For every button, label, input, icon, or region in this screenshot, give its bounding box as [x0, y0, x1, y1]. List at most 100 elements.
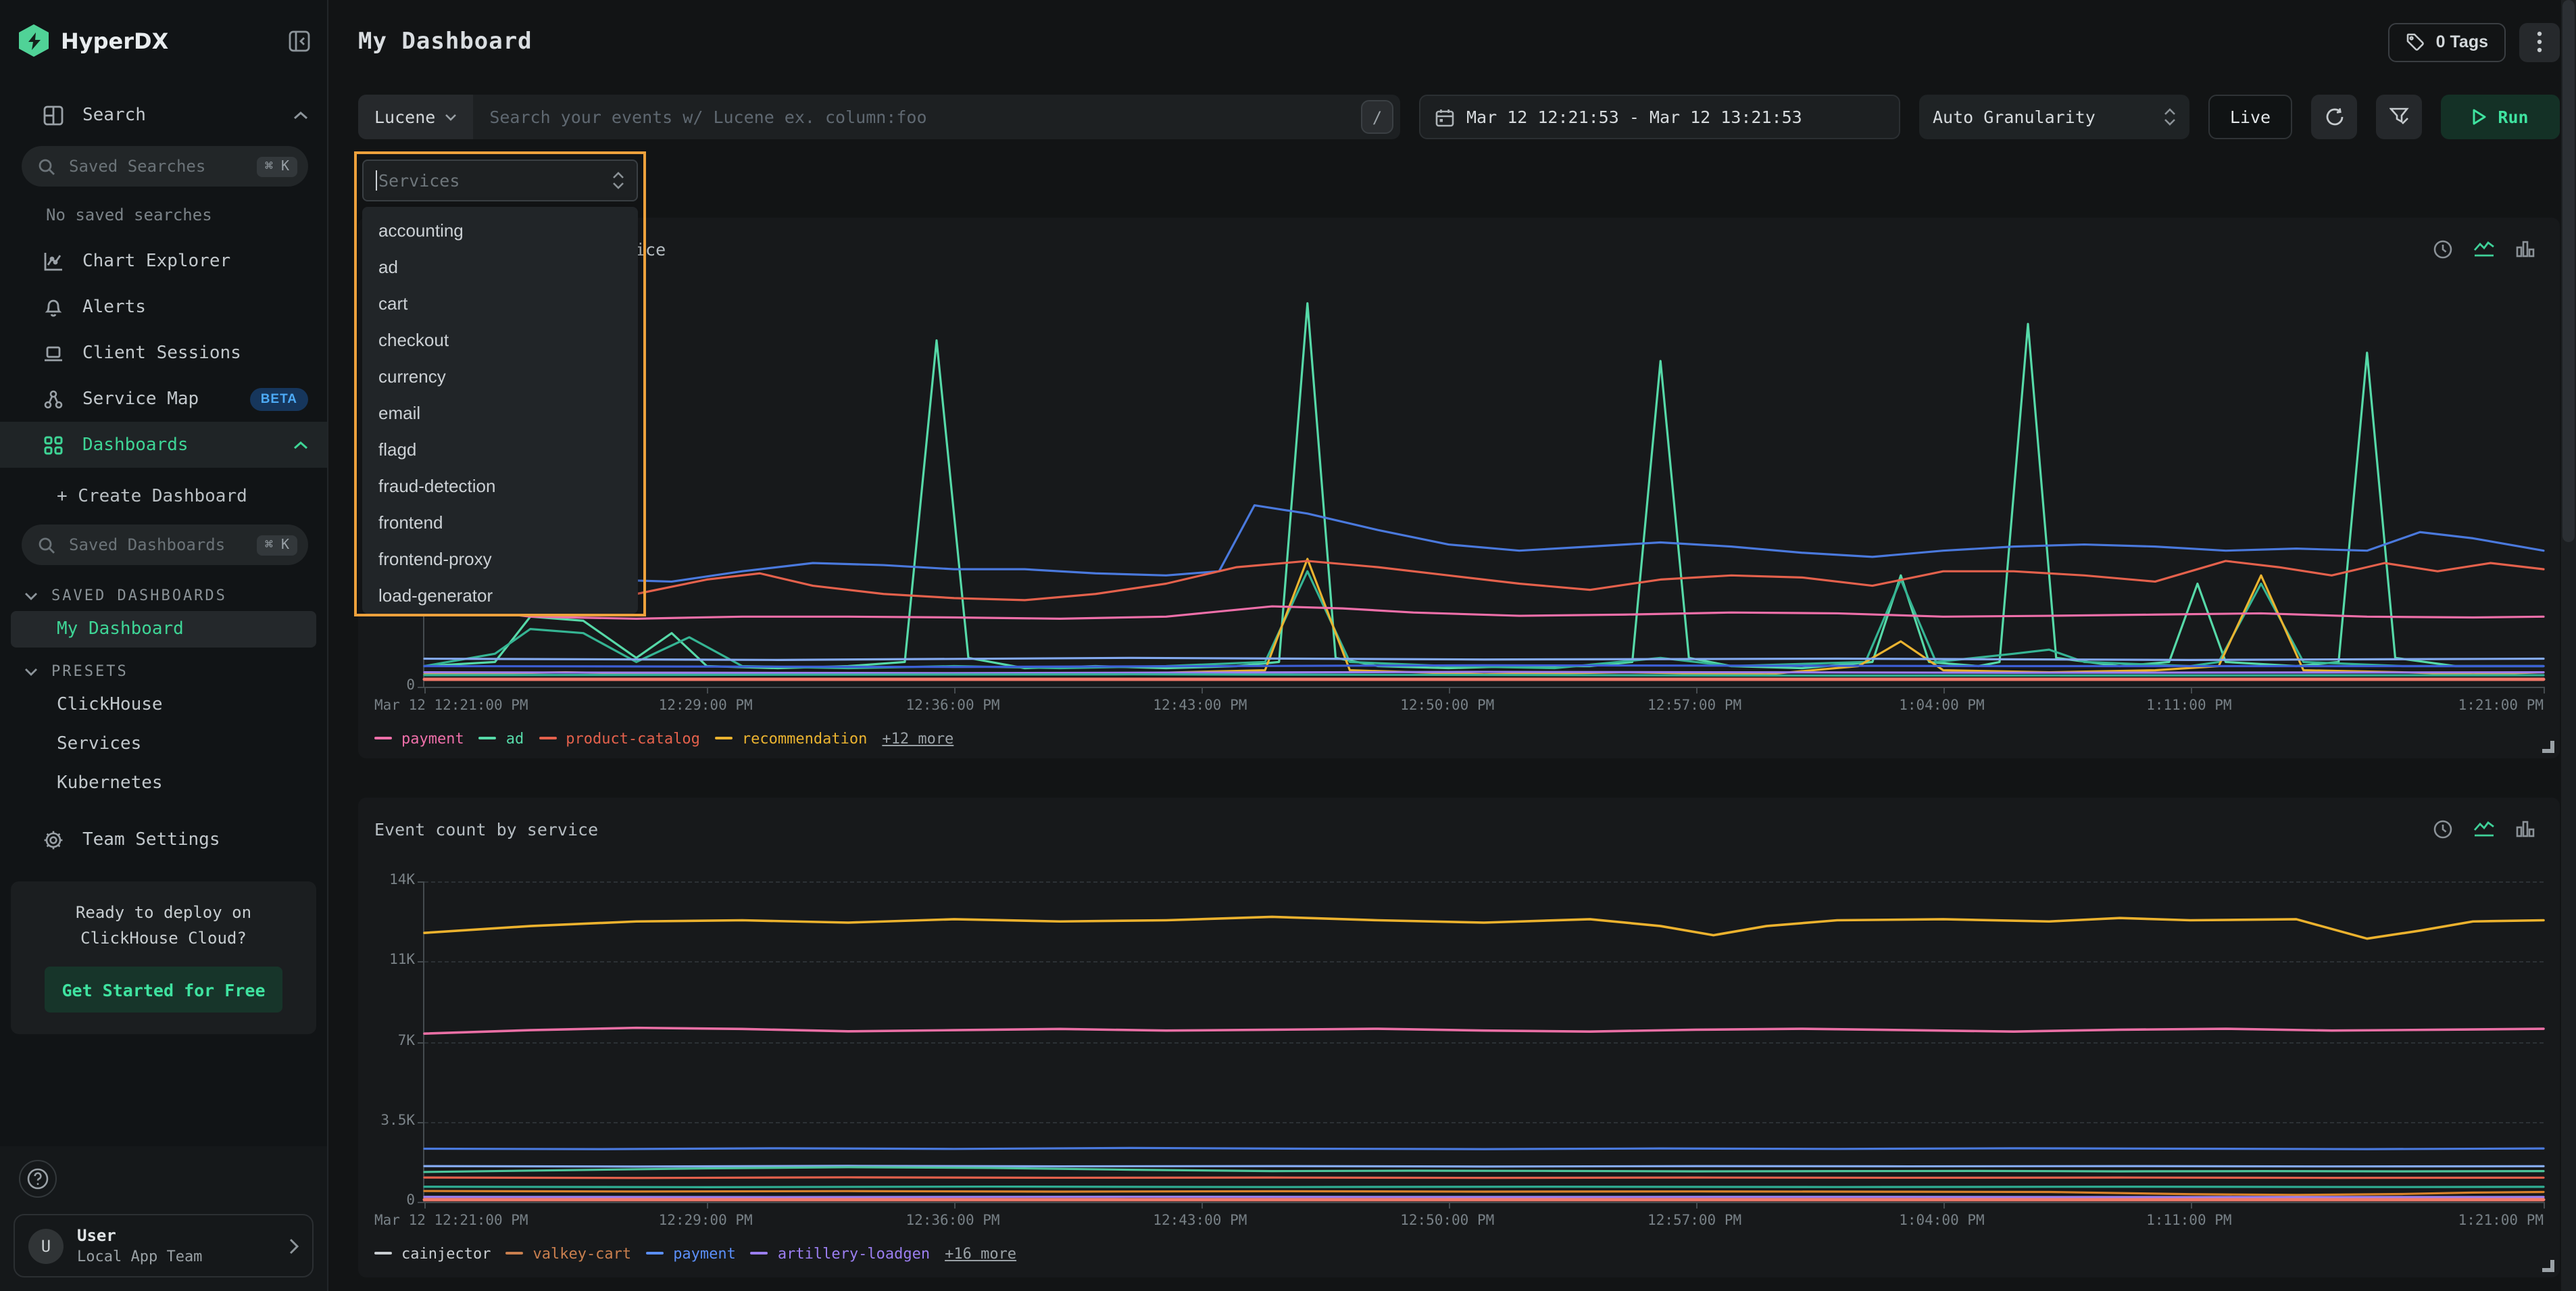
services-input[interactable]: Services — [362, 160, 638, 201]
service-option[interactable]: cart — [362, 285, 638, 322]
app-root: HyperDX Search ⌘ K No saved searches Ch — [0, 0, 2576, 1291]
legend-more-link[interactable]: +16 more — [945, 1244, 1016, 1262]
time-range-icon[interactable] — [2433, 819, 2453, 839]
sidebar-collapse-icon[interactable] — [288, 29, 311, 52]
plot-area[interactable] — [423, 881, 2544, 1203]
section-presets[interactable]: PRESETS — [0, 649, 327, 685]
legend-item[interactable]: payment — [374, 729, 464, 747]
x-tick-label: Mar 12 12:21:00 PM — [374, 698, 528, 714]
section-saved-dashboards[interactable]: SAVED DASHBOARDS — [0, 573, 327, 610]
granularity-select[interactable]: Auto Granularity — [1919, 95, 2189, 139]
service-option[interactable]: currency — [362, 358, 638, 395]
service-option[interactable]: frontend — [362, 504, 638, 541]
saved-dashboards-input[interactable] — [66, 534, 257, 556]
filter-button[interactable] — [2376, 95, 2422, 139]
sidebar-item-my-dashboard[interactable]: My Dashboard — [11, 611, 316, 648]
user-menu[interactable]: U User Local App Team — [14, 1215, 314, 1277]
x-tick-label: 12:57:00 PM — [1648, 1213, 1741, 1229]
sidebar-item-kubernetes[interactable]: Kubernetes — [11, 765, 316, 802]
search-nav-icon — [43, 105, 65, 125]
x-tick-label: 1:04:00 PM — [1899, 1213, 1984, 1229]
y-tick-label: 14K — [389, 872, 415, 888]
series-product-catalog — [424, 561, 2544, 600]
chart-panel-latency: ice 0 Mar 12 12:21:00 PM12:29:00 — [358, 218, 2560, 758]
sidebar-item-services[interactable]: Services — [11, 726, 316, 762]
saved-dashboards-search[interactable]: ⌘ K — [22, 525, 308, 565]
service-option[interactable]: fraud-detection — [362, 468, 638, 504]
vertical-scrollbar[interactable] — [2561, 0, 2576, 1291]
live-button[interactable]: Live — [2208, 95, 2292, 139]
legend-item[interactable]: ad — [479, 729, 524, 747]
resize-handle[interactable] — [2542, 1260, 2554, 1272]
legend-item[interactable]: product-catalog — [539, 729, 700, 747]
refresh-button[interactable] — [2311, 95, 2357, 139]
event-search-input[interactable] — [473, 107, 1361, 127]
service-option[interactable]: ad — [362, 249, 638, 285]
y-tick-label: 3.5K — [380, 1113, 415, 1129]
chart-title: Event count by service — [374, 819, 598, 839]
series-series-lightblue — [424, 1166, 2544, 1167]
legend-more-link[interactable]: +12 more — [882, 729, 953, 747]
sidebar-item-label: Alerts — [82, 297, 308, 317]
sidebar-item-chart-explorer[interactable]: Chart Explorer — [0, 238, 327, 284]
legend-item[interactable]: valkey-cart — [505, 1244, 631, 1262]
chevron-up-icon — [293, 440, 308, 449]
line-chart-icon[interactable] — [2473, 239, 2495, 258]
x-tick-label: 1:21:00 PM — [2458, 698, 2544, 714]
sidebar: HyperDX Search ⌘ K No saved searches Ch — [0, 0, 328, 1291]
legend-dash-icon — [715, 737, 733, 739]
sidebar-item-client-sessions[interactable]: Client Sessions — [0, 330, 327, 376]
help-button[interactable] — [19, 1161, 57, 1198]
service-option[interactable]: flagd — [362, 431, 638, 468]
service-option[interactable]: frontend-proxy — [362, 541, 638, 577]
create-dashboard-button[interactable]: + Create Dashboard — [11, 479, 316, 515]
y-tick-label: 0 — [406, 677, 415, 693]
chart-panel-event-count: Event count by service 14K11K7K3.5K0 — [358, 798, 2560, 1277]
sidebar-item-team-settings[interactable]: Team Settings — [0, 817, 327, 862]
bar-chart-icon[interactable] — [2515, 819, 2535, 838]
chevron-up-icon — [293, 110, 308, 120]
legend-item[interactable]: recommendation — [715, 729, 867, 747]
legend-item[interactable]: artillery-loadgen — [751, 1244, 930, 1262]
user-team: Local App Team — [77, 1248, 202, 1265]
get-started-button[interactable]: Get Started for Free — [45, 967, 282, 1013]
sidebar-item-dashboards[interactable]: Dashboards — [0, 422, 327, 468]
topbar: My Dashboard 0 Tags — [358, 0, 2560, 65]
sidebar-item-clickhouse[interactable]: ClickHouse — [11, 687, 316, 723]
service-option[interactable]: load-generator — [362, 577, 638, 614]
saved-searches-input[interactable] — [66, 155, 257, 177]
chart-explorer-icon — [43, 251, 65, 271]
legend-item[interactable]: cainjector — [374, 1244, 491, 1262]
dashboard-menu-button[interactable] — [2519, 22, 2560, 62]
series-series-green — [424, 1167, 2544, 1172]
x-tick-label: 12:50:00 PM — [1400, 1213, 1494, 1229]
plot-area[interactable] — [423, 274, 2544, 688]
date-range-picker[interactable]: Mar 12 12:21:53 - Mar 12 13:21:53 — [1419, 95, 1900, 139]
query-language-select[interactable]: Lucene — [358, 95, 473, 139]
tags-button[interactable]: 0 Tags — [2389, 22, 2506, 62]
promo-text: Ready to deploy on ClickHouse Cloud? — [24, 900, 303, 950]
scrollbar-thumb[interactable] — [2562, 0, 2575, 542]
bar-chart-icon[interactable] — [2515, 239, 2535, 258]
legend-item[interactable]: payment — [646, 1244, 736, 1262]
sidebar-item-alerts[interactable]: Alerts — [0, 284, 327, 330]
service-option[interactable]: accounting — [362, 212, 638, 249]
service-option[interactable]: email — [362, 395, 638, 431]
time-range-icon[interactable] — [2433, 239, 2453, 259]
chevron-down-icon — [24, 591, 38, 600]
gear-icon — [43, 829, 65, 850]
no-saved-searches-text: No saved searches — [0, 195, 327, 238]
search-icon — [38, 536, 55, 554]
sidebar-item-service-map[interactable]: Service Map BETA — [0, 376, 327, 422]
service-option[interactable]: checkout — [362, 322, 638, 358]
kebab-icon — [2537, 31, 2542, 53]
saved-searches-search[interactable]: ⌘ K — [22, 146, 308, 187]
service-map-icon — [43, 389, 65, 409]
line-chart-icon[interactable] — [2473, 819, 2495, 838]
resize-handle[interactable] — [2542, 741, 2554, 753]
clickhouse-cloud-promo: Ready to deploy on ClickHouse Cloud? Get… — [11, 881, 316, 1034]
run-button[interactable]: Run — [2441, 95, 2560, 139]
x-tick-label: 12:43:00 PM — [1153, 1213, 1247, 1229]
sidebar-item-search[interactable]: Search — [0, 92, 327, 138]
brand-name: HyperDX — [61, 28, 288, 53]
